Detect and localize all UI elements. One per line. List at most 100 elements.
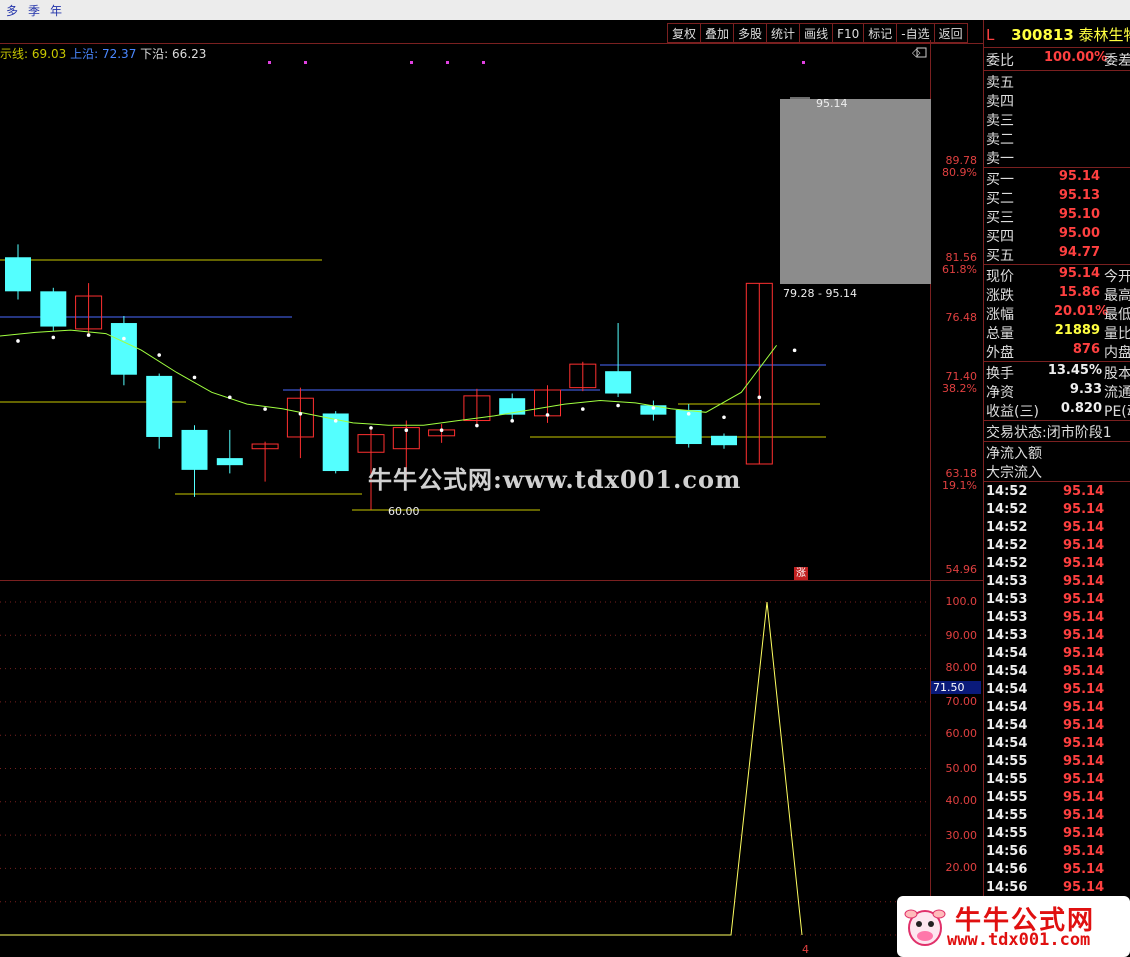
ind-tick: 90.00 [945, 629, 978, 642]
status-value: 闭市阶段 [1046, 425, 1103, 441]
tick-time: 14:54 [986, 646, 1028, 661]
tick-price: 95.14 [1063, 790, 1105, 805]
legend-value: 69.03 [31, 47, 67, 61]
stock-code: 300813 [1011, 26, 1074, 44]
market-tag: L [986, 26, 995, 44]
top-border [0, 43, 983, 44]
tick-row: 14:53 95.14 [986, 574, 1130, 592]
tick-time: 14:55 [986, 808, 1028, 823]
tick-time: 14:54 [986, 736, 1028, 751]
buy-row: 买五 94.77 [986, 245, 1130, 264]
tick-time: 14:54 [986, 700, 1028, 715]
fund-value: 0.820 [1060, 401, 1102, 416]
tick-row: 14:53 95.14 [986, 610, 1130, 628]
legend-upper-label: 上沿 [70, 47, 95, 61]
tick-price: 95.14 [1063, 700, 1105, 715]
tick-price: 95.14 [1063, 502, 1105, 517]
legend-lower-value: 66.23 [172, 47, 207, 61]
range-box [780, 99, 931, 284]
menu-bar: 多季年 [0, 0, 1130, 20]
ind-tick: 70.00 [945, 695, 978, 708]
signal-marker [268, 61, 271, 64]
ma-dot [510, 419, 514, 423]
buy-price: 95.10 [1058, 207, 1100, 222]
buy-row: 买二 95.13 [986, 188, 1130, 207]
tick-price: 95.14 [1063, 754, 1105, 769]
buy-price: 94.77 [1058, 245, 1100, 260]
tick-price: 95.14 [1063, 520, 1105, 535]
signal-marker [410, 61, 413, 64]
signal-marker [446, 61, 449, 64]
buy-price: 95.14 [1058, 169, 1100, 184]
quote-value: 20.01% [1054, 304, 1109, 319]
fund-value: 9.33 [1069, 382, 1102, 397]
ind-tick: 20.00 [945, 861, 978, 874]
quote-label: 涨跌 [986, 288, 1014, 304]
tick-time: 14:55 [986, 772, 1028, 787]
tick-row: 14:52 95.14 [986, 502, 1130, 520]
tick-price: 95.14 [1063, 646, 1105, 661]
candle-body [40, 291, 67, 327]
tick-price: 95.14 [1063, 574, 1105, 589]
ma-dot [333, 419, 338, 423]
tick-price: 95.14 [1063, 682, 1105, 697]
sell-row: 卖五 [986, 72, 1130, 91]
candle-body [146, 375, 173, 437]
buy-row: 买三 95.10 [986, 207, 1130, 226]
ind-tick: 30.00 [945, 829, 978, 842]
ma-dot [157, 353, 161, 357]
tick-price: 95.14 [1063, 484, 1105, 499]
pane-divider [0, 580, 983, 581]
candle-body [5, 257, 31, 292]
tick-price: 95.14 [1063, 592, 1105, 607]
weicha-label: 委差 [1104, 53, 1130, 69]
ind-tick: 40.00 [945, 794, 978, 807]
tick-time: 14:54 [986, 682, 1028, 697]
buy-price: 95.13 [1058, 188, 1100, 203]
tick-time: 14:52 [986, 520, 1028, 535]
tick-time: 14:55 [986, 754, 1028, 769]
fund-label2: 股本 [1104, 366, 1130, 382]
signal-marker [482, 61, 485, 64]
menu-item-duo[interactable]: 多 [0, 0, 22, 19]
tick-time: 14:56 [986, 862, 1028, 877]
quote-value: 21889 [1054, 323, 1100, 338]
flow-label: 大宗流入 [986, 465, 1042, 481]
fund-label2: 流通 [1104, 385, 1130, 401]
site-logo: 牛牛公式网 www.tdx001.com [897, 896, 1130, 957]
indicator-current-value: 71.50 [931, 681, 981, 694]
limit-up-badge: 涨 [794, 567, 808, 580]
legend-upper-value: 72.37 [101, 47, 137, 61]
candle-body [499, 398, 526, 415]
tick-time: 14:54 [986, 718, 1028, 733]
tick-price: 95.14 [1063, 664, 1105, 679]
sell-row: 卖三 [986, 110, 1130, 129]
tick-price: 95.14 [1063, 844, 1105, 859]
quote-label2: 量比 [1104, 326, 1130, 342]
tick-time: 14:52 [986, 538, 1028, 553]
ma-dot [228, 395, 232, 400]
buy-label: 买四 [986, 229, 1014, 245]
ma-dot [616, 403, 620, 408]
buy-label: 买三 [986, 210, 1014, 226]
pct-tick: 80.9% [942, 166, 977, 179]
tick-price: 95.14 [1063, 880, 1105, 895]
menu-item-nian[interactable]: 年 [44, 0, 66, 19]
quote-label: 外盘 [986, 345, 1014, 361]
buy-price: 95.00 [1058, 226, 1100, 241]
price-tick: 76.48 [945, 311, 978, 324]
ind-tick: 100.0 [945, 595, 978, 608]
sell-label: 卖一 [986, 151, 1014, 167]
status-row: 交易状态:闭市阶段1 [986, 422, 1130, 441]
sell-row: 卖四 [986, 91, 1130, 110]
quote-row: 外盘 876 内盘 [986, 342, 1130, 361]
legend-name: 示线 [0, 47, 25, 61]
tick-price: 95.14 [1063, 772, 1105, 787]
tick-row: 14:52 95.14 [986, 538, 1130, 556]
candle-body [216, 458, 243, 466]
signal-marker [802, 61, 805, 64]
ma-dot [686, 411, 691, 416]
tick-price: 95.14 [1063, 628, 1105, 643]
menu-item-ji[interactable]: 季 [22, 0, 44, 19]
quote-label: 总量 [986, 326, 1014, 342]
